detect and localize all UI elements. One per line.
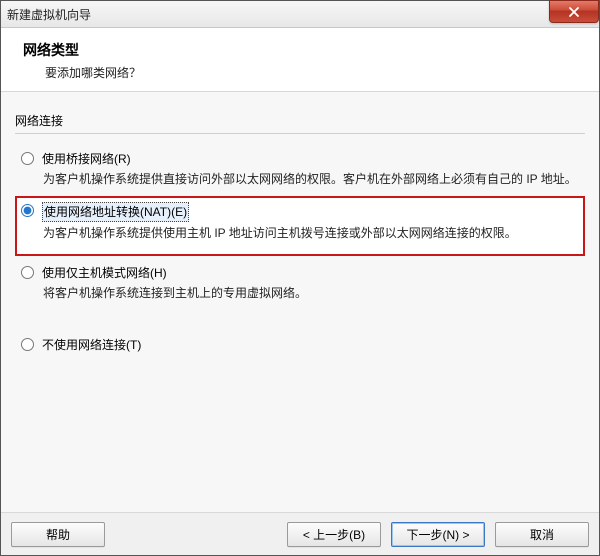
group-separator [15, 133, 585, 134]
option-nat: 使用网络地址转换(NAT)(E) 为客户机操作系统提供使用主机 IP 地址访问主… [15, 196, 585, 256]
option-bridged-label[interactable]: 使用桥接网络(R) [42, 150, 131, 168]
close-icon [568, 6, 580, 18]
next-button[interactable]: 下一步(N) > [391, 522, 485, 547]
titlebar: 新建虚拟机向导 [1, 1, 599, 28]
close-button[interactable] [549, 0, 599, 23]
help-button[interactable]: 帮助 [11, 522, 105, 547]
group-label: 网络连接 [15, 112, 585, 129]
option-hostonly-label[interactable]: 使用仅主机模式网络(H) [42, 264, 167, 282]
option-hostonly: 使用仅主机模式网络(H) 将客户机操作系统连接到主机上的专用虚拟网络。 [15, 258, 585, 308]
wizard-header: 网络类型 要添加哪类网络？ [1, 28, 599, 92]
cancel-button[interactable]: 取消 [495, 522, 589, 547]
wizard-title: 网络类型 [23, 40, 577, 60]
option-nat-label[interactable]: 使用网络地址转换(NAT)(E) [42, 202, 189, 222]
window-title: 新建虚拟机向导 [7, 6, 593, 23]
back-button[interactable]: < 上一步(B) [287, 522, 381, 547]
option-nat-desc: 为客户机操作系统提供使用主机 IP 地址访问主机拨号连接或外部以太网网络连接的权… [43, 224, 581, 242]
option-none-label[interactable]: 不使用网络连接(T) [42, 336, 141, 354]
radio-none[interactable] [21, 338, 34, 351]
option-bridged: 使用桥接网络(R) 为客户机操作系统提供直接访问外部以太网网络的权限。客户机在外… [15, 144, 585, 194]
radio-bridged[interactable] [21, 152, 34, 165]
button-bar: 帮助 < 上一步(B) 下一步(N) > 取消 [1, 512, 599, 555]
option-bridged-desc: 为客户机操作系统提供直接访问外部以太网网络的权限。客户机在外部网络上必须有自己的… [43, 170, 581, 188]
radio-hostonly[interactable] [21, 266, 34, 279]
wizard-window: 新建虚拟机向导 网络类型 要添加哪类网络？ 网络连接 使用桥接网络(R) 为客户… [0, 0, 600, 556]
wizard-body: 网络连接 使用桥接网络(R) 为客户机操作系统提供直接访问外部以太网网络的权限。… [1, 92, 599, 512]
option-hostonly-desc: 将客户机操作系统连接到主机上的专用虚拟网络。 [43, 284, 581, 302]
option-none: 不使用网络连接(T) [15, 330, 585, 360]
wizard-subtitle: 要添加哪类网络？ [23, 64, 577, 81]
radio-nat[interactable] [21, 204, 34, 217]
